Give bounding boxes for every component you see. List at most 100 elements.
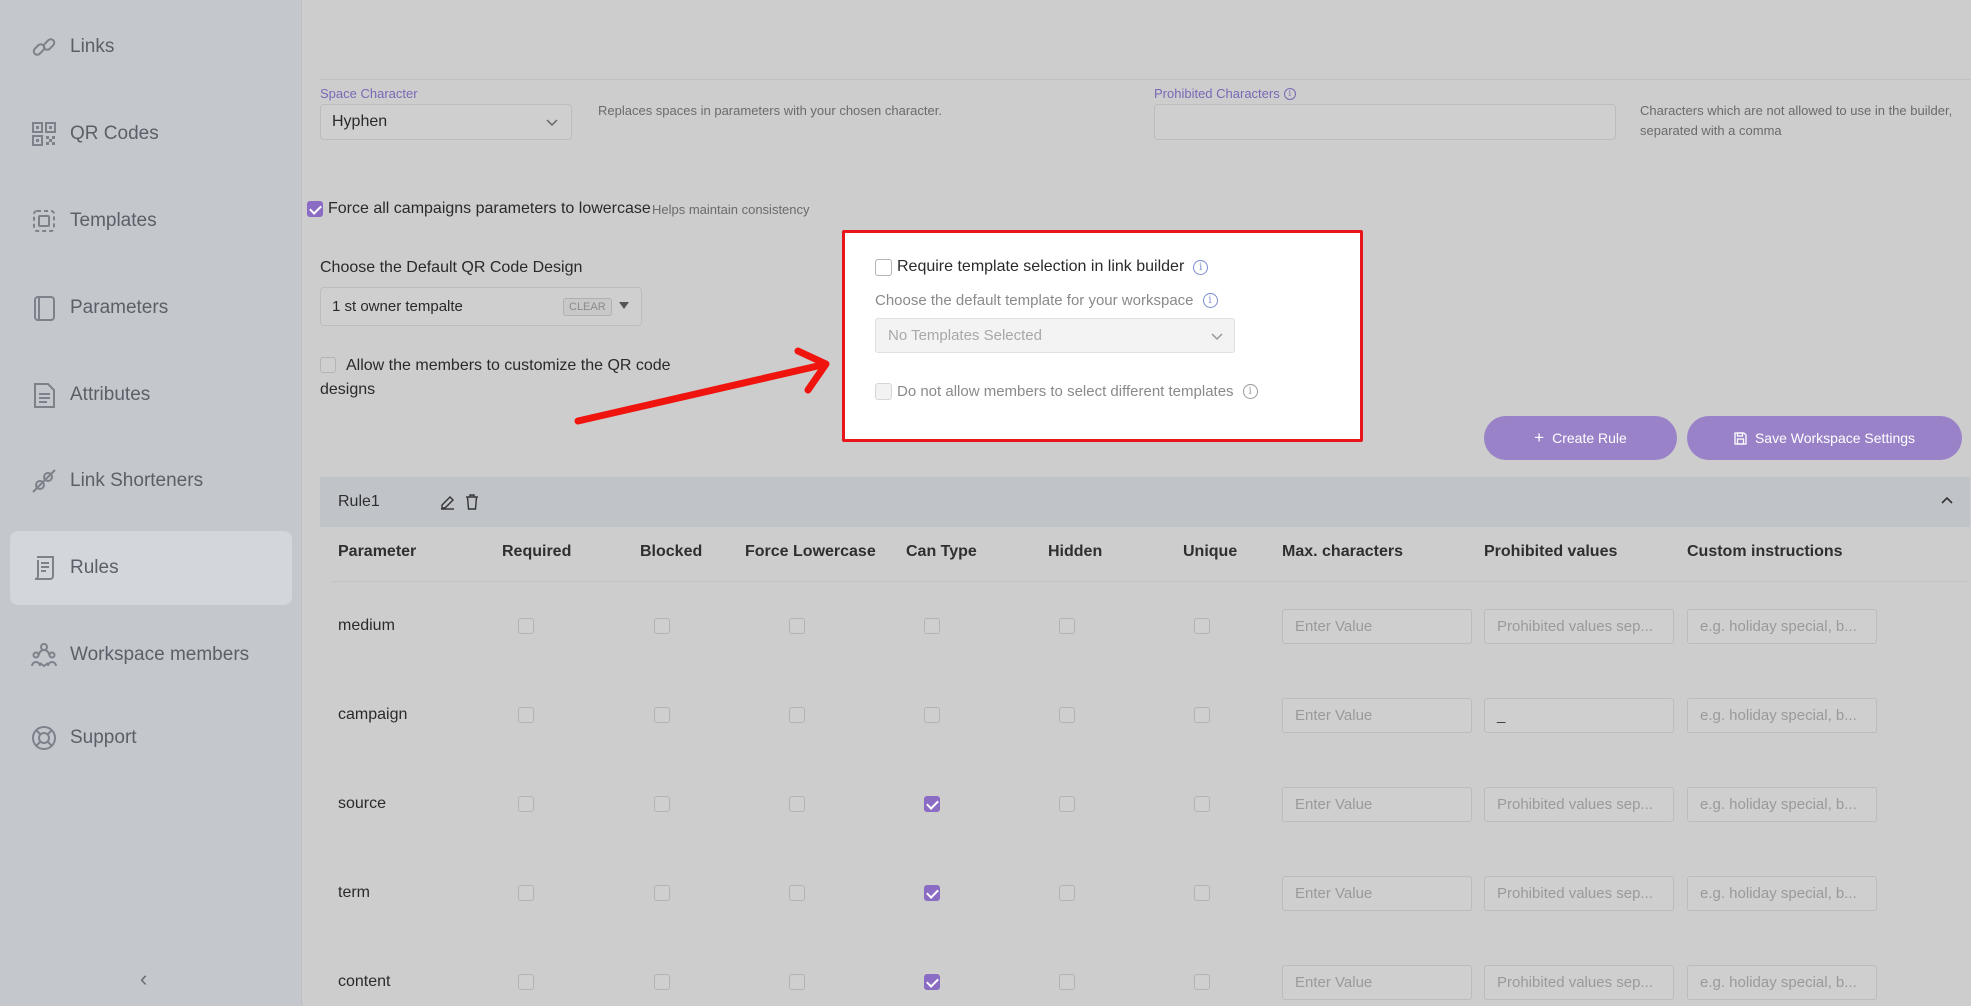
sidebar-item-link-shorteners[interactable]: Link Shorteners (10, 444, 292, 518)
custom-instructions-input[interactable]: e.g. holiday special, b... (1687, 965, 1877, 1000)
max-characters-input[interactable]: Enter Value (1282, 876, 1472, 911)
can-type-checkbox[interactable] (924, 796, 940, 812)
blocked-checkbox[interactable] (654, 885, 670, 901)
required-checkbox[interactable] (518, 885, 534, 901)
force-lowercase-checkbox[interactable] (307, 201, 323, 217)
create-rule-button[interactable]: + Create Rule (1484, 416, 1677, 460)
unique-checkbox[interactable] (1194, 707, 1210, 723)
main-content: Space Character Hyphen Replaces spaces i… (302, 0, 1971, 1006)
column-header-custom-instructions: Custom instructions (1687, 543, 1843, 560)
default-template-select[interactable]: No Templates Selected (875, 318, 1235, 353)
require-template-checkbox[interactable] (875, 258, 892, 276)
parameter-name: content (338, 973, 391, 990)
max-characters-input[interactable]: Enter Value (1282, 787, 1472, 822)
max-characters-input[interactable]: Enter Value (1282, 698, 1472, 733)
sidebar-item-support[interactable]: Support (10, 701, 292, 775)
sidebar-item-templates[interactable]: Templates (10, 184, 292, 258)
info-icon[interactable]: i (1242, 384, 1258, 399)
blocked-checkbox[interactable] (654, 707, 670, 723)
unique-checkbox[interactable] (1194, 974, 1210, 990)
sidebar-item-parameters[interactable]: Parameters (10, 271, 292, 345)
force-lowercase-checkbox[interactable] (789, 796, 805, 812)
qr-design-select[interactable]: 1 st owner tempalte CLEAR (320, 287, 642, 326)
rule-header[interactable]: Rule1 (320, 477, 1970, 527)
column-header-can-type: Can Type (906, 543, 977, 560)
hidden-checkbox[interactable] (1059, 796, 1075, 812)
prohibited-values-input[interactable]: Prohibited values sep... (1484, 876, 1674, 911)
space-character-select[interactable]: Hyphen (320, 104, 572, 140)
save-workspace-settings-button[interactable]: Save Workspace Settings (1687, 416, 1962, 460)
sidebar-item-links[interactable]: Links (10, 10, 292, 84)
collapse-sidebar-icon[interactable]: ‹ (140, 966, 147, 992)
info-icon[interactable]: i (1202, 293, 1218, 308)
custom-instructions-input[interactable]: e.g. holiday special, b... (1687, 609, 1877, 644)
can-type-checkbox[interactable] (924, 974, 940, 990)
max-characters-input[interactable]: Enter Value (1282, 965, 1472, 1000)
chevron-up-icon[interactable] (1940, 495, 1954, 505)
can-type-checkbox[interactable] (924, 707, 940, 723)
qr-design-value: 1 st owner tempalte (332, 298, 463, 315)
blocked-checkbox[interactable] (654, 618, 670, 634)
column-header-blocked: Blocked (640, 543, 703, 560)
blocked-checkbox[interactable] (654, 974, 670, 990)
force-lowercase-checkbox[interactable] (789, 974, 805, 990)
prohibited-values-input[interactable]: Prohibited values sep... (1484, 787, 1674, 822)
unique-checkbox[interactable] (1194, 885, 1210, 901)
force-lowercase-hint: Helps maintain consistency (652, 202, 810, 217)
info-icon[interactable]: i (1283, 87, 1296, 100)
parameter-name: medium (338, 617, 395, 634)
force-lowercase-checkbox[interactable] (789, 618, 805, 634)
sidebar-item-attributes[interactable]: Attributes (10, 358, 292, 432)
sidebar-item-label: Link Shorteners (70, 470, 204, 491)
sidebar-item-qr-codes[interactable]: QR Codes (10, 97, 292, 171)
custom-instructions-input[interactable]: e.g. holiday special, b... (1687, 698, 1877, 733)
qr-design-label: Choose the Default QR Code Design (320, 259, 583, 276)
sidebar: Links QR Codes Templates Parameters Attr… (0, 0, 302, 1006)
can-type-checkbox[interactable] (924, 618, 940, 634)
column-header-unique: Unique (1183, 543, 1238, 560)
force-lowercase-checkbox[interactable] (789, 885, 805, 901)
edit-icon[interactable] (440, 495, 455, 510)
max-characters-input[interactable]: Enter Value (1282, 609, 1472, 644)
create-rule-label: Create Rule (1552, 430, 1627, 446)
prohibited-values-input[interactable]: Prohibited values sep... (1484, 965, 1674, 1000)
parameters-icon (28, 292, 60, 324)
required-checkbox[interactable] (518, 974, 534, 990)
prohibited-characters-input[interactable] (1154, 104, 1616, 140)
require-template-label: Require template selection in link build… (897, 258, 1185, 275)
column-header-parameter: Parameter (338, 543, 417, 560)
space-character-hint: Replaces spaces in parameters with your … (598, 103, 942, 118)
hidden-checkbox[interactable] (1059, 618, 1075, 634)
required-checkbox[interactable] (518, 707, 534, 723)
prohibited-characters-label-text: Prohibited Characters (1154, 86, 1280, 101)
prohibited-values-input[interactable]: Prohibited values sep... (1484, 609, 1674, 644)
custom-instructions-input[interactable]: e.g. holiday special, b... (1687, 787, 1877, 822)
required-checkbox[interactable] (518, 618, 534, 634)
disallow-templates-checkbox[interactable] (875, 383, 892, 400)
table-divider (332, 581, 1970, 582)
disallow-templates-row: Do not allow members to select different… (875, 383, 1258, 400)
template-settings-panel: Require template selection in link build… (842, 230, 1363, 442)
unique-checkbox[interactable] (1194, 796, 1210, 812)
force-lowercase-checkbox[interactable] (789, 707, 805, 723)
sidebar-item-workspace-members[interactable]: Workspace members (10, 618, 292, 692)
required-checkbox[interactable] (518, 796, 534, 812)
info-icon[interactable]: i (1193, 259, 1209, 275)
prohibited-characters-label: Prohibited Characters i (1154, 86, 1296, 101)
chevron-down-icon (1210, 329, 1224, 343)
custom-instructions-input[interactable]: e.g. holiday special, b... (1687, 876, 1877, 911)
clear-button[interactable]: CLEAR (563, 298, 612, 316)
blocked-checkbox[interactable] (654, 796, 670, 812)
hidden-checkbox[interactable] (1059, 885, 1075, 901)
sidebar-item-label: QR Codes (70, 123, 159, 144)
default-template-row: Choose the default template for your wor… (875, 292, 1218, 309)
prohibited-values-input[interactable]: _ (1484, 698, 1674, 733)
unique-checkbox[interactable] (1194, 618, 1210, 634)
sidebar-item-rules[interactable]: Rules (10, 531, 292, 605)
hidden-checkbox[interactable] (1059, 974, 1075, 990)
can-type-checkbox[interactable] (924, 885, 940, 901)
rules-icon (28, 552, 60, 584)
hidden-checkbox[interactable] (1059, 707, 1075, 723)
trash-icon[interactable] (465, 494, 479, 510)
chevron-down-icon (545, 115, 559, 129)
